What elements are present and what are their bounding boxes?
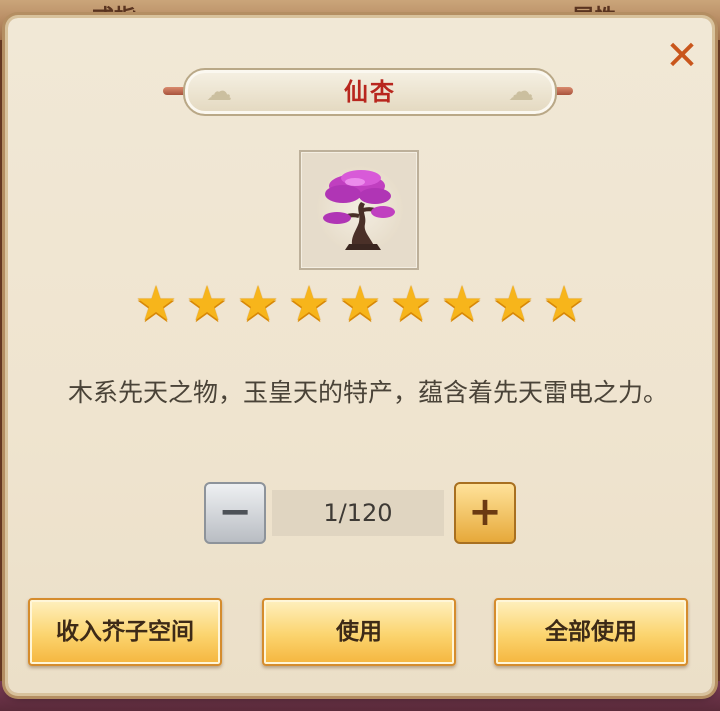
item-detail-dialog: ✕ ☁ ☁ 仙杏 ★ ★ ★ ★ ★ ★ ★ ★ ★ 木系先天之物，玉皇天的特产… bbox=[8, 18, 712, 693]
close-button[interactable]: ✕ bbox=[664, 36, 700, 76]
store-in-space-button[interactable]: 收入芥子空间 bbox=[28, 598, 222, 666]
item-icon-slot bbox=[299, 150, 419, 270]
banner-scroll: ☁ ☁ 仙杏 bbox=[183, 68, 557, 116]
star-icon: ★ bbox=[287, 276, 331, 332]
star-icon: ★ bbox=[236, 276, 280, 332]
star-icon: ★ bbox=[185, 276, 229, 332]
star-rating: ★ ★ ★ ★ ★ ★ ★ ★ ★ bbox=[132, 280, 590, 332]
increase-quantity-button[interactable]: + bbox=[454, 482, 516, 544]
star-icon: ★ bbox=[491, 276, 535, 332]
pink-blossom-tree-icon bbox=[323, 170, 395, 250]
decrease-quantity-button[interactable]: − bbox=[204, 482, 266, 544]
plus-icon: + bbox=[468, 489, 502, 535]
star-icon: ★ bbox=[338, 276, 382, 332]
close-icon: ✕ bbox=[665, 33, 699, 79]
use-button[interactable]: 使用 bbox=[262, 598, 456, 666]
item-description: 木系先天之物，玉皇天的特产，蕴含着先天雷电之力。 bbox=[67, 378, 668, 407]
minus-icon: − bbox=[218, 489, 252, 535]
star-icon: ★ bbox=[440, 276, 484, 332]
star-icon: ★ bbox=[389, 276, 433, 332]
quantity-display: 1/120 bbox=[272, 490, 444, 536]
use-all-button[interactable]: 全部使用 bbox=[494, 598, 688, 666]
star-icon: ★ bbox=[134, 276, 178, 332]
title-banner: ☁ ☁ 仙杏 bbox=[163, 68, 573, 116]
item-title: 仙杏 bbox=[344, 78, 396, 106]
star-icon: ★ bbox=[542, 276, 586, 332]
